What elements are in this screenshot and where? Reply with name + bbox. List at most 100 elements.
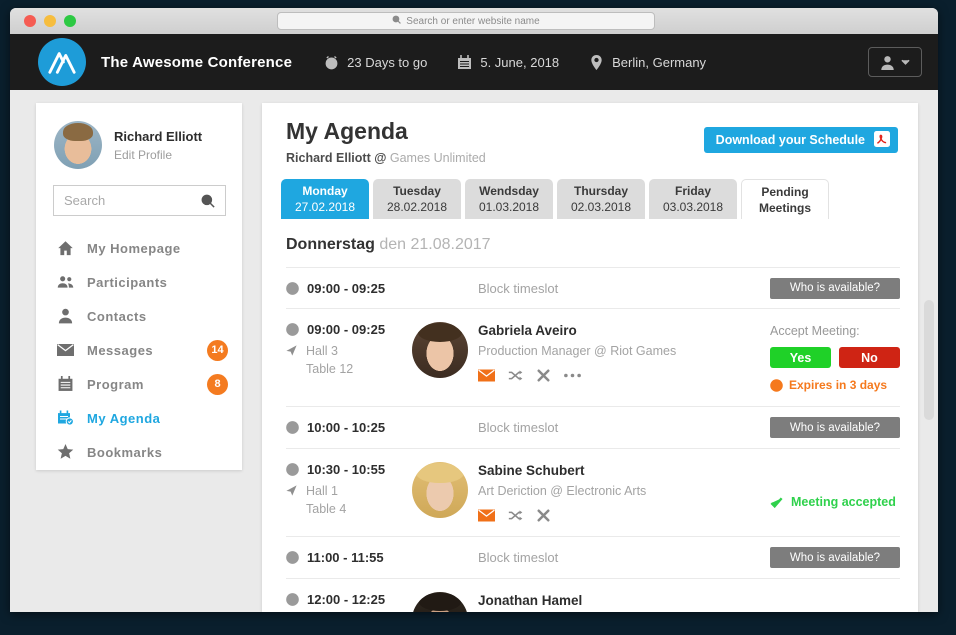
close-action-icon[interactable] bbox=[536, 509, 551, 522]
timeslot-time: 11:00 - 11:55 bbox=[307, 550, 384, 565]
timeslot-time: 12:00 - 12:25 bbox=[307, 592, 385, 607]
agenda-icon bbox=[56, 410, 75, 426]
star-icon bbox=[56, 444, 75, 460]
expires-label: Expires in 3 days bbox=[770, 378, 900, 392]
minimize-window-button[interactable] bbox=[44, 15, 56, 27]
app-title: The Awesome Conference bbox=[101, 54, 292, 71]
timeslot-time: 10:00 - 10:25 bbox=[307, 420, 385, 435]
sidebar-search bbox=[53, 185, 226, 216]
agenda-row-block: 11:00 - 11:55 Block timeslot Who is avai… bbox=[286, 537, 900, 579]
clock-icon bbox=[286, 323, 299, 336]
page-subtitle: Richard Elliott @ Games Unlimited bbox=[286, 151, 898, 165]
more-action-icon[interactable] bbox=[564, 373, 581, 378]
envelope-action-icon[interactable] bbox=[478, 509, 495, 522]
timeslot-time: 09:00 - 09:25 bbox=[307, 322, 385, 337]
block-timeslot-label: Block timeslot bbox=[478, 281, 558, 296]
countdown: 23 Days to go bbox=[324, 55, 427, 70]
avatar bbox=[412, 462, 468, 518]
main-panel: My Agenda Richard Elliott @ Games Unlimi… bbox=[262, 103, 918, 612]
agenda-row-block: 09:00 - 09:25 Block timeslot Who is avai… bbox=[286, 267, 900, 309]
download-schedule-button[interactable]: Download your Schedule bbox=[704, 127, 898, 153]
app-header: The Awesome Conference 23 Days to go 5. … bbox=[10, 34, 938, 90]
address-bar[interactable]: Search or enter website name bbox=[277, 12, 655, 30]
sidebar-item-my-homepage[interactable]: My Homepage bbox=[36, 231, 242, 265]
hall-label: Hall 1 bbox=[306, 484, 346, 498]
check-icon bbox=[770, 497, 783, 508]
participant-name: Gabriela Aveiro bbox=[478, 323, 770, 338]
block-timeslot-label: Block timeslot bbox=[478, 420, 558, 435]
tab-thursday[interactable]: Thursday 02.03.2018 bbox=[557, 179, 645, 219]
conference-location: Berlin, Germany bbox=[589, 55, 706, 70]
who-available-button[interactable]: Who is available? bbox=[770, 547, 900, 568]
user-menu-button[interactable] bbox=[868, 47, 922, 77]
meeting-accepted-label: Meeting accepted bbox=[770, 495, 900, 509]
scrollbar-thumb[interactable] bbox=[924, 300, 934, 420]
address-bar-placeholder: Search or enter website name bbox=[406, 16, 539, 27]
calendar-icon bbox=[457, 55, 472, 70]
search-icon[interactable] bbox=[201, 194, 215, 208]
tab-tuesday[interactable]: Tuesday 28.02.2018 bbox=[373, 179, 461, 219]
contact-icon bbox=[56, 308, 75, 324]
sidebar-item-program[interactable]: Program 8 bbox=[36, 367, 242, 401]
sidebar-item-bookmarks[interactable]: Bookmarks bbox=[36, 435, 242, 469]
sidebar-item-my-agenda[interactable]: My Agenda bbox=[36, 401, 242, 435]
location-pin-icon bbox=[589, 55, 604, 70]
clock-icon bbox=[286, 463, 299, 476]
conference-date: 5. June, 2018 bbox=[457, 55, 559, 70]
main-header: My Agenda Richard Elliott @ Games Unlimi… bbox=[262, 103, 918, 165]
home-icon bbox=[56, 240, 75, 256]
avatar bbox=[412, 592, 468, 612]
accept-no-button[interactable]: No bbox=[839, 347, 900, 368]
sidebar-item-contacts[interactable]: Contacts bbox=[36, 299, 242, 333]
tab-friday[interactable]: Friday 03.03.2018 bbox=[649, 179, 737, 219]
meeting-location: Hall 3 Table 12 bbox=[286, 344, 412, 376]
zoom-window-button[interactable] bbox=[64, 15, 76, 27]
browser-window: Search or enter website name The Awesome… bbox=[10, 8, 938, 612]
close-window-button[interactable] bbox=[24, 15, 36, 27]
alarm-clock-icon bbox=[324, 55, 339, 70]
day-tabs: Monday 27.02.2018 Tuesday 28.02.2018 Wen… bbox=[262, 179, 918, 219]
search-icon bbox=[392, 15, 401, 27]
day-heading: Donnerstag den 21.08.2017 bbox=[262, 219, 918, 267]
shuffle-action-icon[interactable] bbox=[508, 369, 523, 382]
user-icon bbox=[880, 55, 895, 70]
table-label: Table 12 bbox=[306, 362, 353, 376]
timeslot-time: 09:00 - 09:25 bbox=[307, 281, 385, 296]
agenda-rows: 09:00 - 09:25 Block timeslot Who is avai… bbox=[262, 267, 918, 612]
notification-badge: 8 bbox=[207, 374, 228, 395]
who-available-button[interactable]: Who is available? bbox=[770, 417, 900, 438]
clock-icon bbox=[286, 593, 299, 606]
pdf-icon bbox=[874, 131, 890, 150]
envelope-action-icon[interactable] bbox=[478, 369, 495, 382]
tab-pending[interactable]: Pending Meetings bbox=[741, 179, 829, 219]
meeting-actions bbox=[478, 509, 770, 522]
search-input[interactable] bbox=[64, 193, 201, 208]
conference-logo-icon[interactable] bbox=[38, 38, 86, 86]
participant-name: Jonathan Hamel bbox=[478, 593, 770, 608]
edit-profile-link[interactable]: Edit Profile bbox=[114, 148, 202, 162]
accept-meeting-label: Accept Meeting: bbox=[770, 324, 900, 338]
envelope-icon bbox=[56, 342, 75, 358]
agenda-row-meeting: 12:00 - 12:25 Jonathan Hamel bbox=[286, 579, 900, 612]
location-arrow-icon bbox=[286, 485, 297, 516]
who-available-button[interactable]: Who is available? bbox=[770, 278, 900, 299]
notification-badge: 14 bbox=[207, 340, 228, 361]
close-action-icon[interactable] bbox=[536, 369, 551, 382]
hall-label: Hall 3 bbox=[306, 344, 353, 358]
participants-icon bbox=[56, 274, 75, 290]
sidebar-item-participants[interactable]: Participants bbox=[36, 265, 242, 299]
sidebar-nav: My Homepage Participants Contacts Messag… bbox=[36, 231, 242, 469]
accept-yes-button[interactable]: Yes bbox=[770, 347, 831, 368]
clock-icon bbox=[286, 551, 299, 564]
avatar bbox=[412, 322, 468, 378]
shuffle-action-icon[interactable] bbox=[508, 509, 523, 522]
meeting-actions bbox=[478, 369, 770, 382]
tab-monday[interactable]: Monday 27.02.2018 bbox=[281, 179, 369, 219]
tab-wendsday[interactable]: Wendsday 01.03.2018 bbox=[465, 179, 553, 219]
expire-clock-icon bbox=[770, 379, 783, 392]
avatar bbox=[54, 121, 102, 169]
traffic-lights bbox=[24, 15, 76, 27]
clock-icon bbox=[286, 282, 299, 295]
sidebar-item-messages[interactable]: Messages 14 bbox=[36, 333, 242, 367]
agenda-row-meeting: 09:00 - 09:25 Hall 3 Table 12 Gabriela A… bbox=[286, 309, 900, 407]
